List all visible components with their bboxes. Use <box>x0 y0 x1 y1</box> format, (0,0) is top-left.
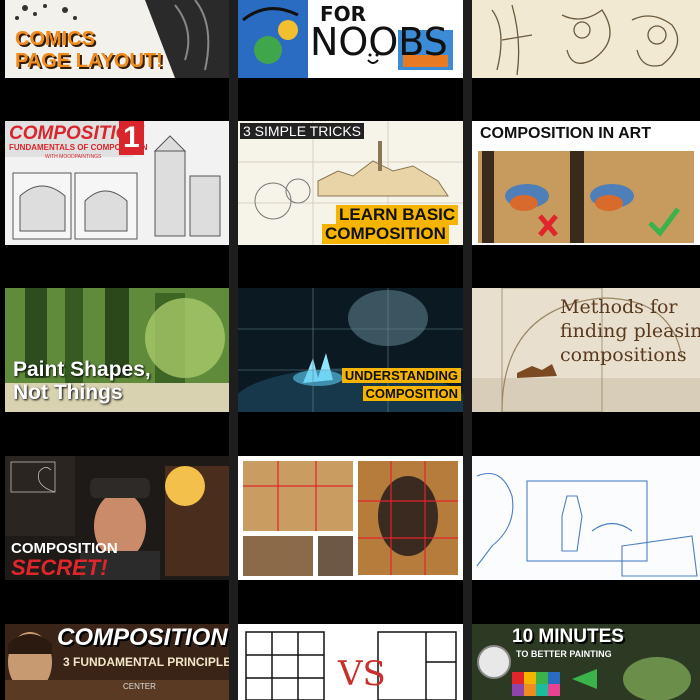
tricks-title: 3 SIMPLE TRICKS <box>240 123 365 139</box>
comp1-number: 1 <box>119 121 144 155</box>
tricks-label-1: LEARN BASIC <box>336 205 459 225</box>
secret-line2: SECRET! <box>11 555 108 580</box>
ten-min-title: 10 MINUTES <box>512 626 624 647</box>
fundamental-subtitle: 3 FUNDAMENTAL PRINCIPLES <box>63 655 229 669</box>
blue-sketch-art <box>472 456 700 580</box>
column-gap <box>463 0 472 700</box>
understanding-label-1: UNDERSTANDING <box>341 368 461 383</box>
thumbnail-figure-sketches[interactable] <box>472 0 700 78</box>
thumbnail-room-sketch[interactable] <box>472 456 700 580</box>
methods-line1: Methods for <box>560 296 678 318</box>
comics-title-line2: PAGE LAYOUT! <box>15 50 163 72</box>
paint-shapes-line2: Not Things <box>13 381 123 404</box>
noobs-line2: NOOBS <box>310 20 448 64</box>
mind-blown-emoji-icon <box>165 466 205 506</box>
thumbnail-composition-secret[interactable]: COMPOSITION SECRET! <box>5 456 229 580</box>
sketch-art <box>472 0 700 78</box>
comp1-tagline: WITH MOODPAINTINGS <box>45 154 102 160</box>
stopwatch-icon <box>477 645 511 679</box>
thumbnail-grid-vs[interactable]: VS <box>238 624 463 700</box>
thumbnail-3-fundamental-principles[interactable]: COMPOSITION 3 FUNDAMENTAL PRINCIPLES CEN… <box>5 624 229 700</box>
thumbnail-10-minutes-better-painting[interactable]: 10 MINUTES TO BETTER PAINTING <box>472 624 700 700</box>
thumbnail-paint-shapes[interactable]: Paint Shapes, Not Things <box>5 288 229 412</box>
thumbnail-comics-page-layout[interactable]: COMICS PAGE LAYOUT! <box>5 0 229 78</box>
thumbnail-for-noobs[interactable]: FOR NOOBS <box>238 0 463 78</box>
thumbnail-understanding-composition[interactable]: UNDERSTANDING COMPOSITION <box>238 288 463 412</box>
comp-art-title: COMPOSITION IN ART <box>480 125 651 142</box>
methods-line2: finding pleasing <box>560 320 700 342</box>
cezanne-art <box>238 456 463 580</box>
comics-title-line1: COMICS <box>15 28 95 50</box>
methods-line3: compositions <box>560 344 687 366</box>
fundamental-center-label: CENTER <box>123 682 156 691</box>
fundamental-title: COMPOSITION <box>57 624 228 651</box>
thumbnail-3-simple-tricks[interactable]: 3 SIMPLE TRICKS LEARN BASIC COMPOSITION <box>238 121 463 245</box>
thumbnail-methods-pleasing[interactable]: Methods for finding pleasing composition… <box>472 288 700 412</box>
thumbnail-cezanne-analysis[interactable] <box>238 456 463 580</box>
tricks-label-2: COMPOSITION <box>322 224 449 244</box>
thumbnail-composition-in-art[interactable]: COMPOSITION IN ART <box>472 121 700 245</box>
column-gap <box>229 0 238 700</box>
paint-shapes-line1: Paint Shapes, <box>13 358 151 381</box>
understanding-label-2: COMPOSITION <box>362 386 461 401</box>
ten-min-subtitle: TO BETTER PAINTING <box>516 649 612 659</box>
thumbnail-composition-fundamentals[interactable]: COMPOSITION FUNDAMENTALS OF COMPOSITION … <box>5 121 229 245</box>
vs-label: VS <box>338 654 386 694</box>
